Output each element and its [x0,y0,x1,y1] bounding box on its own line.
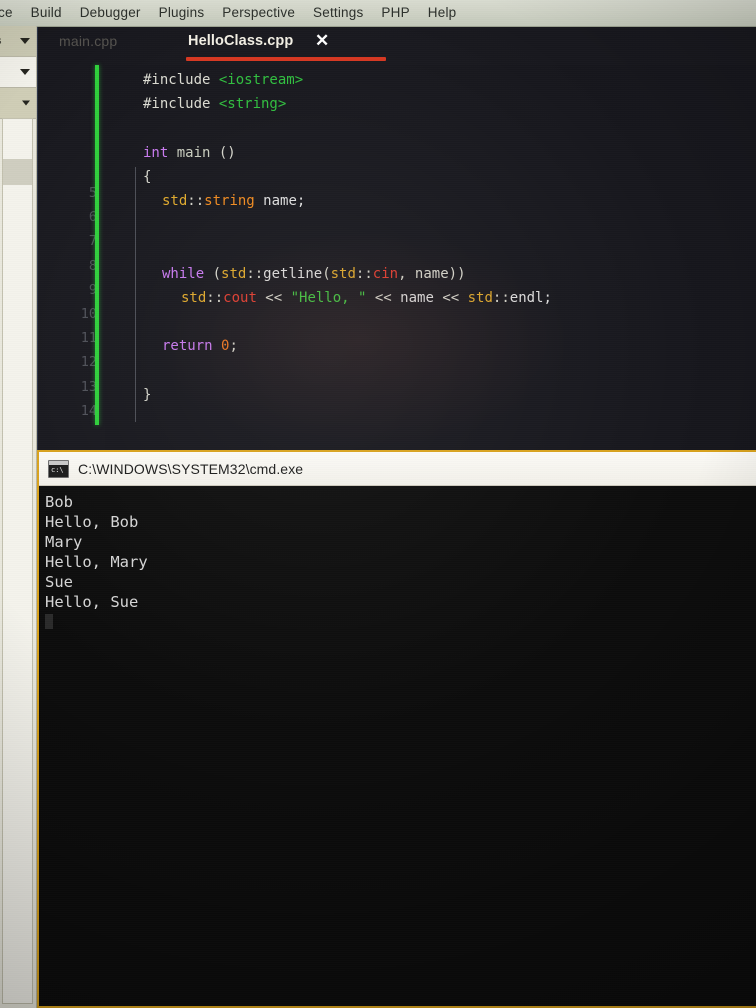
line-number: 13 [80,378,97,395]
cmd-icon [48,459,69,478]
code-token: :: [492,289,510,306]
code-token: "Hello, " [290,289,367,306]
line-number: 9 [88,281,97,298]
line-number: 12 [80,354,97,371]
code-token: ( [322,265,331,282]
console-output-area[interactable]: Bob Hello, Bob Mary Hello, Mary Sue Hello, Su… [39,486,756,1006]
code-token: #include [143,72,219,88]
code-token: std [162,193,188,209]
code-token: ( [204,265,222,282]
console-cursor [45,614,53,629]
close-icon[interactable]: ✕ [315,32,329,49]
code-token: string [204,193,255,209]
chevron-down-icon[interactable] [20,38,30,44]
console-output-line: Bob [45,493,73,511]
tab-helloclass-cpp[interactable]: HelloClass.cpp [188,33,293,49]
code-token: << [366,289,401,306]
change-marker-bar [95,65,99,425]
code-token: <string> [218,96,287,113]
code-token: } [143,386,152,403]
menu-bar: ce Build Debugger Plugins Perspective Se… [0,0,756,27]
code-line: #include <iostream> [143,73,303,87]
code-token: std [467,289,493,306]
line-number: 10 [80,306,97,322]
code-line: std::cout << "Hello, " << name << std::e… [181,291,552,305]
code-token: , name)) [398,265,466,282]
screen-photo: ce Build Debugger Plugins Perspective Se… [0,0,756,1008]
chevron-down-icon[interactable] [20,69,30,75]
console-title-bar[interactable]: C:\WINDOWS\SYSTEM32\cmd.exe [39,452,756,486]
code-token: :: [206,289,224,306]
code-token: endl; [509,289,552,306]
code-token: { [143,168,152,185]
menu-item-php[interactable]: PHP [372,0,418,26]
menu-item-plugins[interactable]: Plugins [150,0,214,26]
code-token: while [162,265,205,282]
panel-dropdown-row-2[interactable] [0,57,36,88]
code-token: main [176,144,211,161]
code-token: return [162,338,213,355]
code-line: return 0; [162,339,238,353]
line-number: 8 [88,257,97,274]
code-line: std::string name; [162,194,305,208]
code-line: while (std::getline(std::cin, name)) [162,267,466,281]
code-token: cin [372,265,399,282]
code-line: } [143,388,151,402]
console-output-line: Hello, Mary [45,553,148,571]
active-tab-indicator [186,57,386,61]
cmd-console-window[interactable]: C:\WINDOWS\SYSTEM32\cmd.exe Bob Hello, Bo… [37,450,756,1008]
code-token: :: [246,265,264,282]
menu-item-help[interactable]: Help [419,0,466,26]
tab-main-cpp[interactable]: main.cpp [59,33,117,49]
panel-selected-band [3,159,32,185]
code-line: int main () [143,146,236,160]
code-token: #include [143,96,219,113]
menu-item-build[interactable]: Build [22,0,71,26]
panel-row-1-label: s [0,35,2,47]
code-token: <iostream> [218,72,304,88]
management-panel: s [0,26,37,1008]
line-number: 11 [80,330,97,347]
line-number: 5 [88,185,97,201]
code-token: getline [263,265,323,282]
line-number: 6 [88,209,97,226]
code-token: << [256,289,291,306]
code-token: name [400,289,434,306]
line-number: 14 [80,402,97,419]
code-token: int [143,144,169,161]
panel-tree-area[interactable] [2,118,33,1004]
panel-dropdown-row-3[interactable] [0,88,36,119]
code-token: cout [223,289,257,306]
code-token: :: [355,265,373,282]
console-title-text: C:\WINDOWS\SYSTEM32\cmd.exe [78,460,304,477]
console-output-line: Hello, Bob [45,513,139,531]
console-output-line: Hello, Sue [45,593,139,611]
code-token: << [433,289,468,306]
menu-item-settings[interactable]: Settings [304,0,372,26]
code-token: ; [229,338,238,355]
code-token: name; [254,193,306,209]
chevron-down-icon[interactable] [22,100,30,106]
code-token: std [330,265,356,282]
code-line: #include <string> [143,97,286,111]
console-output-line: Mary [45,533,83,551]
panel-dropdown-row-1[interactable]: s [0,26,36,57]
code-token: :: [187,193,205,209]
code-line: { [143,170,151,184]
menu-item-perspective[interactable]: Perspective [213,0,304,26]
menu-item-debugger[interactable]: Debugger [71,0,150,26]
code-token: std [221,265,247,282]
code-token: std [181,289,207,306]
menu-item-source[interactable]: ce [0,0,22,26]
console-output-line: Sue [45,573,73,591]
editor-tab-strip: main.cpp HelloClass.cpp ✕ [38,27,756,65]
line-number: 7 [88,233,97,250]
code-token: () [210,144,236,161]
